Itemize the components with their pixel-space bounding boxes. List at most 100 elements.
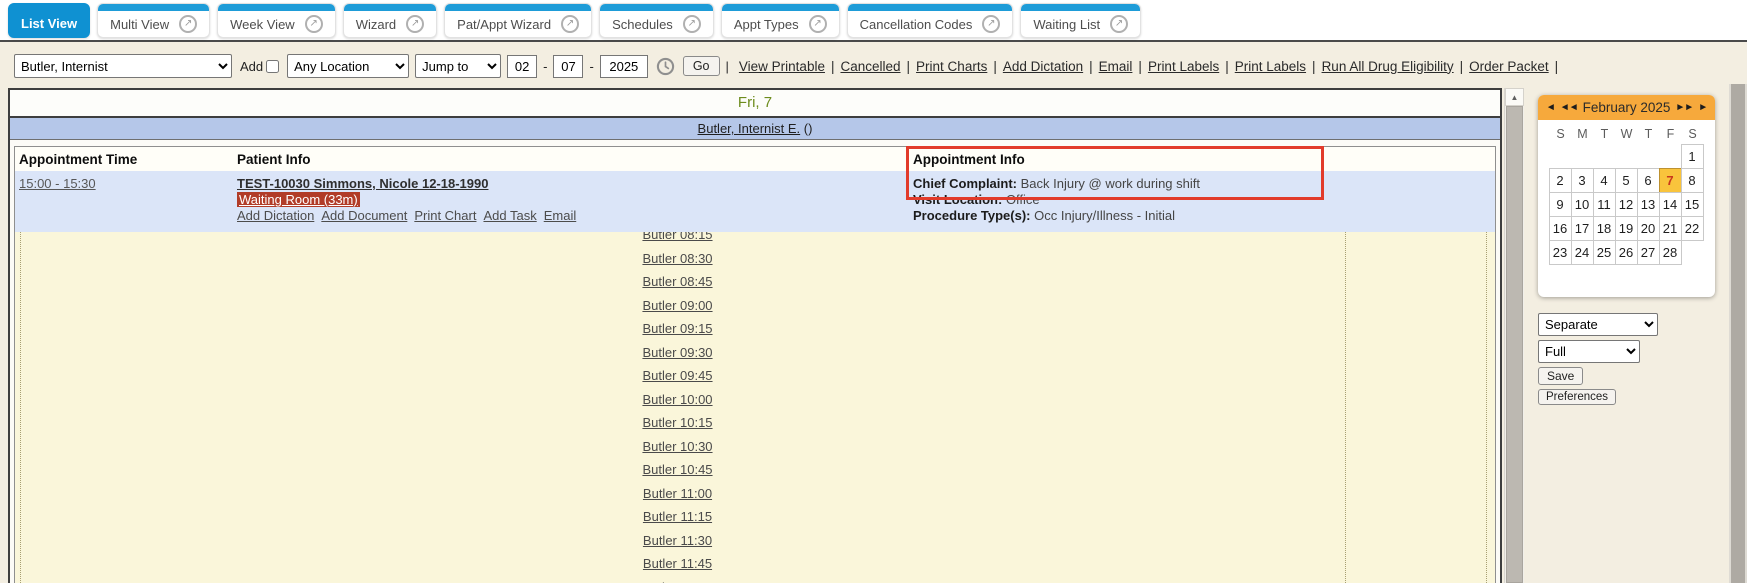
view-mode-select[interactable]: Separate (1538, 313, 1658, 336)
scrollbar-thumb[interactable] (1506, 106, 1523, 583)
add-checkbox[interactable] (266, 60, 279, 73)
patient-name-link[interactable]: TEST-10030 Simmons, Nicole 12-18-1990 (237, 176, 488, 191)
calendar-day[interactable] (1549, 144, 1572, 169)
toolbar-link[interactable]: Email (1099, 59, 1133, 74)
calendar-day[interactable] (1571, 144, 1594, 169)
open-slot-link[interactable]: Butler 10:00 (15, 388, 1340, 412)
calendar-day[interactable]: 10 (1571, 192, 1594, 217)
open-slot-link[interactable]: Butler 11:45 (15, 552, 1340, 576)
calendar-day[interactable]: 12 (1615, 192, 1638, 217)
calendar-day[interactable]: 11 (1593, 192, 1616, 217)
open-slot-link[interactable]: Butler 08:45 (15, 270, 1340, 294)
view-tab[interactable]: Wizard ↗ (343, 3, 437, 38)
calendar-day[interactable]: 4 (1593, 168, 1616, 193)
prev-year-icon[interactable]: ◄◄ (1560, 102, 1578, 113)
view-tab[interactable]: Week View ↗ (217, 3, 336, 38)
calendar-day[interactable]: 23 (1549, 240, 1572, 265)
prev-month-icon[interactable]: ◄ (1546, 102, 1555, 113)
patient-action-link[interactable]: Add Document (321, 208, 407, 224)
open-new-window-icon[interactable]: ↗ (1110, 15, 1128, 33)
calendar-day[interactable]: 9 (1549, 192, 1572, 217)
next-year-icon[interactable]: ►► (1675, 102, 1693, 113)
calendar-day[interactable]: 18 (1593, 216, 1616, 241)
open-new-window-icon[interactable]: ↗ (179, 15, 197, 33)
open-slot-link[interactable]: Butler 10:45 (15, 458, 1340, 482)
patient-action-link[interactable]: Add Dictation (237, 208, 314, 224)
date-month-input[interactable] (507, 55, 537, 78)
view-tab[interactable]: Cancellation Codes ↗ (847, 3, 1014, 38)
view-tab[interactable]: List View ↗ (8, 3, 90, 38)
toolbar-link[interactable]: View Printable (739, 59, 825, 74)
view-tab[interactable]: Schedules ↗ (599, 3, 714, 38)
page-scrollbar-thumb[interactable] (1731, 84, 1745, 583)
go-button[interactable]: Go (683, 56, 720, 76)
provider-link[interactable]: Butler, Internist E. (698, 121, 801, 136)
open-slot-link[interactable]: Butler 09:30 (15, 341, 1340, 365)
calendar-day[interactable]: 8 (1681, 168, 1704, 193)
open-new-window-icon[interactable]: ↗ (406, 15, 424, 33)
calendar-day[interactable]: 24 (1571, 240, 1594, 265)
clock-icon[interactable] (656, 57, 675, 76)
save-button[interactable]: Save (1538, 367, 1583, 385)
patient-action-link[interactable]: Email (544, 208, 577, 224)
appointment-time-link[interactable]: 15:00 - 15:30 (19, 176, 96, 191)
view-tab[interactable]: Waiting List ↗ (1020, 3, 1141, 38)
open-slot-link[interactable]: Butler 09:45 (15, 364, 1340, 388)
open-new-window-icon[interactable]: ↗ (982, 15, 1000, 33)
calendar-day[interactable]: 7 (1659, 168, 1682, 193)
toolbar-link[interactable]: Print Charts (916, 59, 987, 74)
schedule-scrollbar[interactable]: ▲ (1504, 88, 1524, 583)
open-slot-link[interactable]: Butler 08:15 (15, 232, 1340, 247)
open-slot-link[interactable]: Butler 09:00 (15, 294, 1340, 318)
size-select[interactable]: Full (1538, 340, 1640, 363)
calendar-day[interactable]: 5 (1615, 168, 1638, 193)
open-new-window-icon[interactable]: ↗ (809, 15, 827, 33)
open-slot-link[interactable]: Butler 08:30 (15, 247, 1340, 271)
open-slot-link[interactable]: Butler 11:15 (15, 505, 1340, 529)
calendar-day[interactable] (1637, 144, 1660, 169)
open-new-window-icon[interactable]: ↗ (683, 15, 701, 33)
page-scrollbar[interactable] (1729, 84, 1747, 583)
calendar-day[interactable]: 17 (1571, 216, 1594, 241)
open-slot-link[interactable]: Butler 10:30 (15, 435, 1340, 459)
waiting-room-status-badge[interactable]: Waiting Room (33m) (237, 192, 360, 207)
calendar-day[interactable]: 6 (1637, 168, 1660, 193)
patient-action-link[interactable]: Add Task (483, 208, 536, 224)
calendar-day[interactable]: 28 (1659, 240, 1682, 265)
calendar-day[interactable]: 19 (1615, 216, 1638, 241)
calendar-day[interactable]: 27 (1637, 240, 1660, 265)
calendar-day[interactable]: 22 (1681, 216, 1704, 241)
calendar-day[interactable]: 1 (1681, 144, 1704, 169)
open-slot-link[interactable]: Butler 10:15 (15, 411, 1340, 435)
calendar-day[interactable]: 2 (1549, 168, 1572, 193)
open-slot-link[interactable]: Butler 11:30 (15, 529, 1340, 553)
calendar-day[interactable] (1615, 144, 1638, 169)
toolbar-link[interactable]: Add Dictation (1003, 59, 1083, 74)
calendar-day[interactable] (1659, 144, 1682, 169)
scroll-up-icon[interactable]: ▲ (1505, 88, 1524, 106)
open-slot-link[interactable]: Butler 09:15 (15, 317, 1340, 341)
open-new-window-icon[interactable]: ↗ (561, 15, 579, 33)
calendar-day[interactable]: 14 (1659, 192, 1682, 217)
calendar-day[interactable]: 26 (1615, 240, 1638, 265)
toolbar-link[interactable]: Print Labels (1148, 59, 1219, 74)
calendar-day[interactable] (1593, 144, 1616, 169)
toolbar-link[interactable]: Run All Drug Eligibility (1322, 59, 1454, 74)
view-tab[interactable]: Appt Types ↗ (721, 3, 840, 38)
calendar-day[interactable]: 21 (1659, 216, 1682, 241)
open-slot-link[interactable]: Butler 12:00 (15, 576, 1340, 583)
preferences-button[interactable]: Preferences (1538, 389, 1616, 405)
date-year-input[interactable] (600, 55, 648, 78)
calendar-day[interactable]: 13 (1637, 192, 1660, 217)
calendar-day[interactable] (1681, 240, 1704, 265)
view-tab[interactable]: Multi View ↗ (97, 3, 210, 38)
toolbar-link[interactable]: Print Labels (1235, 59, 1306, 74)
calendar-day[interactable]: 25 (1593, 240, 1616, 265)
calendar-day[interactable]: 15 (1681, 192, 1704, 217)
date-day-input[interactable] (553, 55, 583, 78)
view-tab[interactable]: Pat/Appt Wizard ↗ (444, 3, 592, 38)
jump-to-select[interactable]: Jump to (415, 54, 501, 78)
next-month-icon[interactable]: ► (1698, 102, 1707, 113)
open-new-window-icon[interactable]: ↗ (305, 15, 323, 33)
patient-action-link[interactable]: Print Chart (414, 208, 476, 224)
